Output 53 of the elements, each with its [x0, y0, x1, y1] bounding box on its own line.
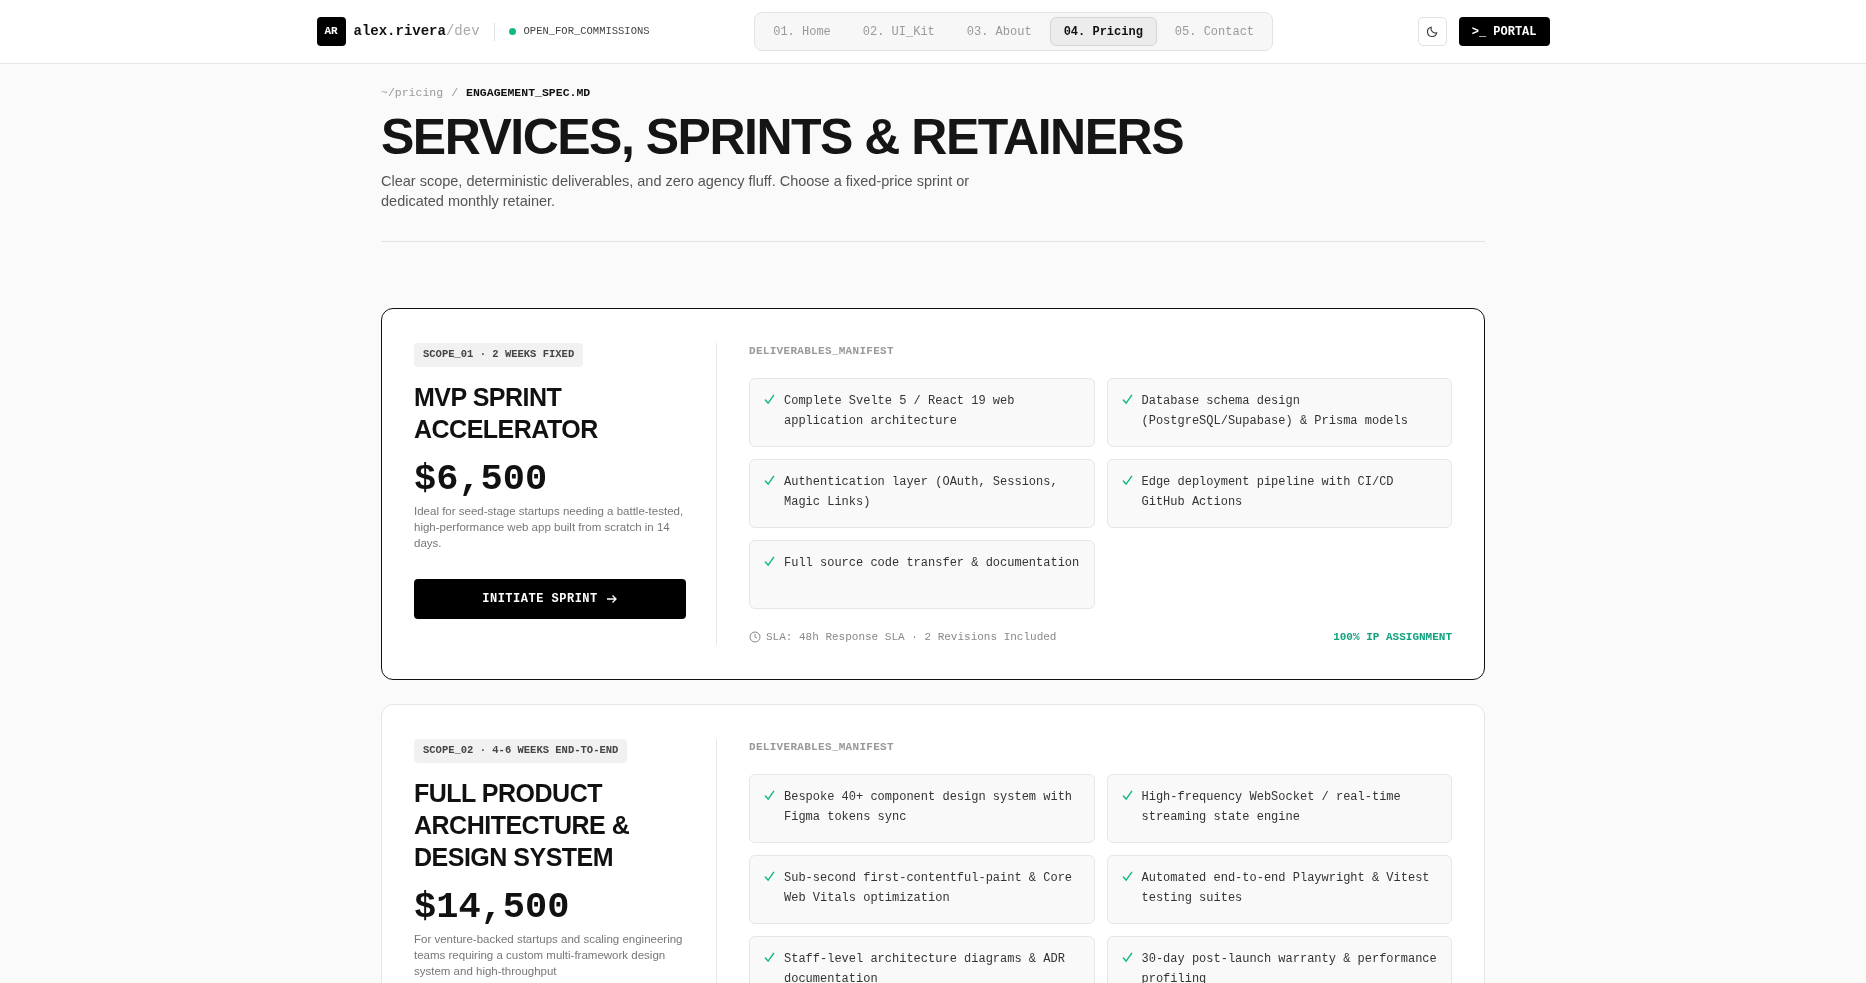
check-icon — [1121, 393, 1133, 405]
check-icon — [764, 474, 775, 486]
status-text: OPEN_FOR_COMMISSIONS — [523, 23, 650, 39]
check-icon — [1121, 870, 1133, 882]
theme-toggle-button[interactable] — [1417, 17, 1447, 46]
ip-assignment-label: 100% IP ASSIGNMENT — [1333, 629, 1452, 645]
plan-name: FULL PRODUCT ARCHITECTURE & DESIGN SYSTEM — [414, 778, 631, 873]
plan-description: Ideal for seed-stage startups needing a battle-tested, high-performance web app built from scratch in 14 days. — [414, 504, 685, 551]
deliverable-text: Complete Svelte 5 / React 19 web application architecture — [784, 392, 1016, 430]
nav-tab[interactable]: 03. About — [952, 17, 1046, 46]
plan-price: $6,500 — [414, 457, 549, 501]
moon-icon — [1425, 25, 1439, 38]
nav-tab[interactable]: 04. Pricing — [1049, 17, 1157, 46]
nav-tab[interactable]: 05. Contact — [1160, 17, 1269, 46]
plan-description: For venture-backed startups and scaling engineering teams requiring a custom multi-framework design system and high-throughput — [414, 932, 684, 979]
clock-icon — [749, 631, 761, 643]
manifest-label: DELIVERABLES_MANIFEST — [749, 740, 895, 756]
scope-tag: SCOPE_02 · 4-6 WEEKS END-TO-END — [414, 739, 628, 763]
deliverable-text: Authentication layer (OAuth, Sessions, Magic Links) — [784, 473, 1059, 511]
breadcrumb-link[interactable]: ~/pricing — [381, 84, 444, 102]
check-icon — [1121, 789, 1133, 801]
check-icon — [764, 393, 775, 405]
deliverable-text: High-frequency WebSocket / real-time streaming state engine — [1141, 788, 1402, 826]
deliverable-text: Database schema design (PostgreSQL/Supabase) & Prisma models — [1141, 392, 1409, 430]
deliverable-text: Sub-second first-contentful-paint & Core Web Vitals optimization — [784, 869, 1074, 907]
arrow-icon — [605, 593, 618, 605]
plan-name: MVP SPRINT ACCELERATOR — [414, 382, 599, 445]
deliverable-text: Edge deployment pipeline with CI/CD GitHub Actions — [1141, 473, 1395, 511]
page-subtitle: Clear scope, deterministic deliverables, and zero agency fluff. Choose a fixed-price sprint or dedicated monthly retainer. — [381, 172, 971, 212]
check-icon — [764, 555, 775, 567]
avatar-badge: AR — [316, 17, 346, 46]
deliverable-text: Bespoke 40+ component design system with Figma tokens sync — [784, 788, 1074, 826]
deliverable-text: Staff-level architecture diagrams & ADR documentation — [784, 950, 1066, 983]
plan-price: $14,500 — [414, 885, 571, 929]
nav-tab[interactable]: 01. Home — [759, 17, 845, 46]
sla-text: SLA: 48h Response SLA · 2 Revisions Included — [766, 629, 1057, 645]
check-icon — [1121, 951, 1133, 963]
page-title: SERVICES, SPRINTS & RETAINERS — [381, 108, 1185, 168]
portal-button[interactable]: >_ PORTAL — [1458, 17, 1550, 46]
check-icon — [764, 951, 775, 963]
scope-tag: SCOPE_01 · 2 WEEKS FIXED — [414, 343, 584, 367]
deliverable-text: Full source code transfer & documentation — [784, 554, 1080, 572]
initiate-button[interactable]: INITIATE SPRINT — [414, 579, 686, 619]
check-icon — [764, 870, 775, 882]
manifest-label: DELIVERABLES_MANIFEST — [749, 344, 895, 360]
nav-tab[interactable]: 02. UI_Kit — [848, 17, 949, 46]
deliverable-text: Automated end-to-end Playwright & Vitest testing suites — [1141, 869, 1431, 907]
brand-name: alex.rivera — [353, 23, 446, 39]
breadcrumb-current: ENGAGEMENT_SPEC.MD — [466, 85, 591, 101]
brand-suffix: /dev — [445, 23, 480, 39]
check-icon — [1121, 474, 1133, 486]
breadcrumb-separator: / — [451, 85, 459, 101]
check-icon — [764, 789, 775, 801]
